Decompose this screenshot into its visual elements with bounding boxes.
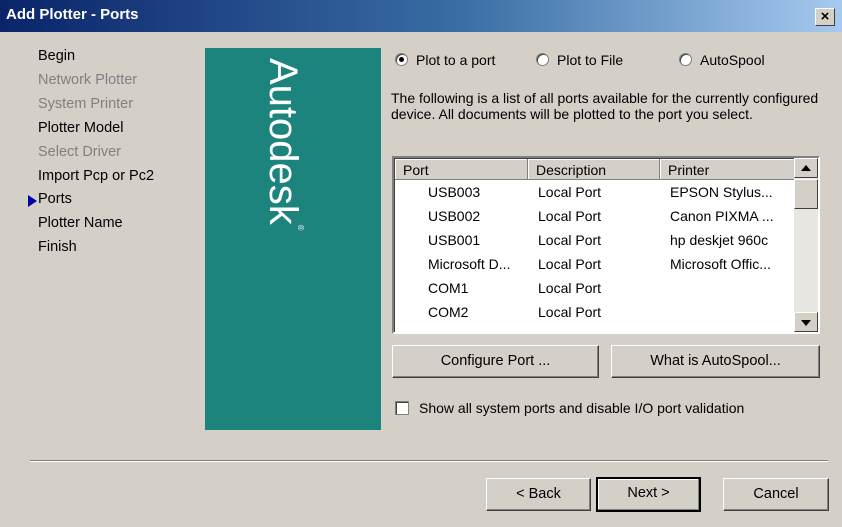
table-row[interactable]: COM2 Local Port [395,300,795,324]
scroll-thumb[interactable] [794,179,818,209]
radio-unselected-icon [536,53,549,66]
arrow-down-icon [801,320,811,326]
current-step-arrow-icon [28,195,37,207]
next-button[interactable]: Next > [596,477,701,512]
step-finish: Finish [38,239,77,255]
step-ports: Ports [38,191,72,207]
show-all-ports-checkbox[interactable]: Show all system ports and disable I/O po… [395,399,744,416]
step-select-driver: Select Driver [38,144,121,160]
step-system-printer: System Printer [38,96,134,112]
window-title: Add Plotter - Ports [6,6,139,23]
radio-plot-to-port[interactable]: Plot to a port [395,52,495,68]
radio-selected-icon [395,53,408,66]
table-row[interactable]: USB003 Local Port EPSON Stylus... [395,180,795,204]
ports-list-header: Port Description Printer [395,159,795,180]
column-header-port[interactable]: Port [395,159,528,180]
cancel-button[interactable]: Cancel [723,478,829,511]
table-row[interactable]: USB002 Local Port Canon PIXMA ... [395,204,795,228]
table-row[interactable]: USB001 Local Port hp deskjet 960c [395,228,795,252]
radio-unselected-icon [679,53,692,66]
checkbox-unchecked-icon [395,401,409,415]
ports-description: The following is a list of all ports ava… [391,90,819,122]
step-import-pcp: Import Pcp or Pc2 [38,168,155,184]
footer-divider [30,460,828,462]
step-plotter-name: Plotter Name [38,215,123,231]
autodesk-logo: Autodesk® [261,58,305,231]
configure-port-button[interactable]: Configure Port ... [392,345,599,378]
ports-list-scrollbar[interactable] [794,158,818,332]
radio-plot-to-file[interactable]: Plot to File [536,52,623,68]
step-begin: Begin [38,48,76,64]
scroll-up-button[interactable] [794,158,818,178]
scroll-down-button[interactable] [794,312,818,332]
arrow-up-icon [801,165,811,171]
step-network-plotter: Network Plotter [38,72,138,88]
ports-list[interactable]: Port Description Printer USB003 Local Po… [392,156,820,334]
radio-autospool[interactable]: AutoSpool [679,52,765,68]
close-button[interactable]: × [815,8,835,26]
autodesk-banner: Autodesk® [205,48,381,430]
column-header-printer[interactable]: Printer [660,159,795,180]
table-row[interactable]: COM1 Local Port [395,276,795,300]
title-bar: Add Plotter - Ports × [0,0,842,32]
column-header-description[interactable]: Description [528,159,660,180]
table-row[interactable]: Microsoft D... Local Port Microsoft Offi… [395,252,795,276]
what-is-autospool-button[interactable]: What is AutoSpool... [611,345,820,378]
step-plotter-model: Plotter Model [38,120,124,136]
back-button[interactable]: < Back [486,478,591,511]
